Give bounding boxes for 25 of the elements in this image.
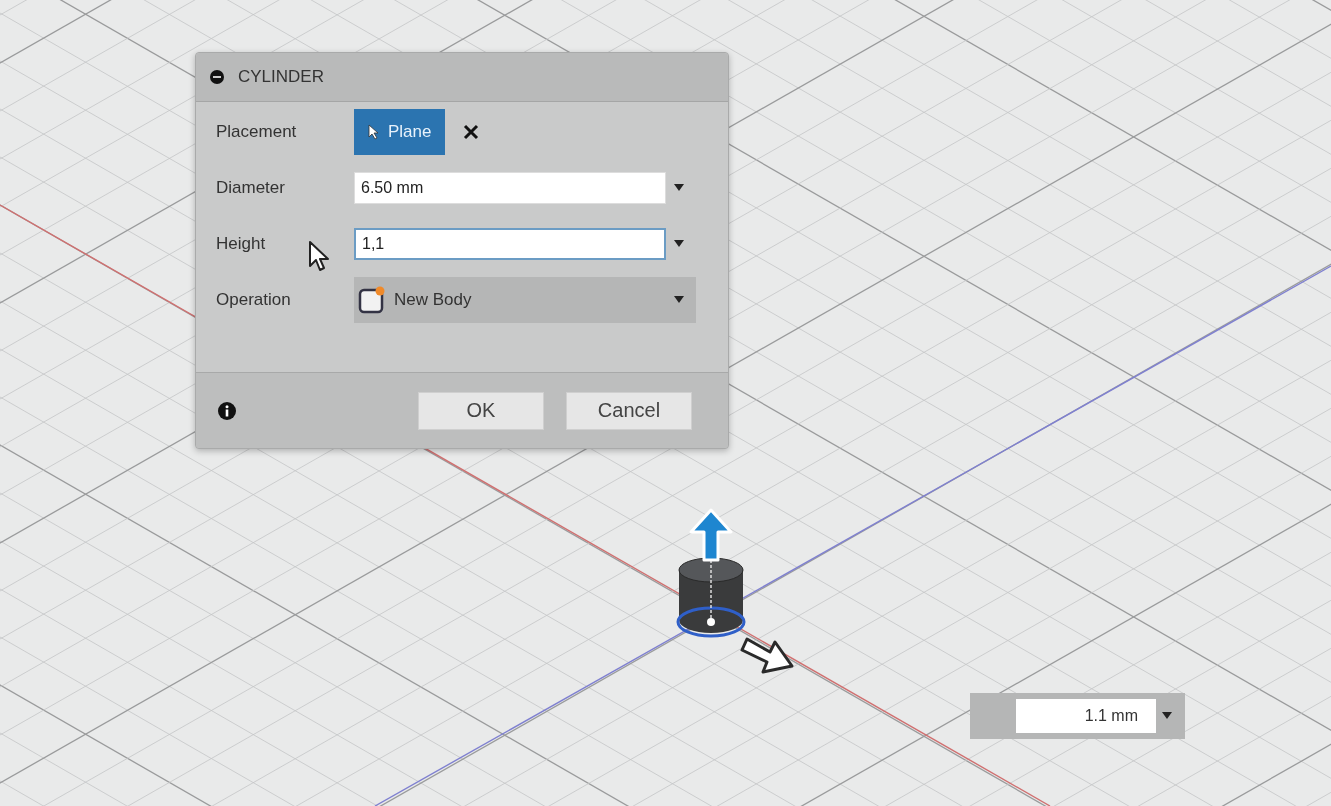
caret-icon [674,296,684,304]
collapse-icon[interactable] [210,70,224,84]
operation-dropdown[interactable]: New Body [354,277,696,323]
dialog-button[interactable]: Cancel [566,391,692,430]
dialog-button[interactable]: OK [418,391,544,430]
close-icon [463,124,480,140]
dialog-title: CYLINDER [238,67,324,87]
input-field[interactable]: 1.1 mm [1016,699,1156,733]
input-field[interactable]: 1,1 [354,228,666,260]
selection-button[interactable]: Plane [354,109,446,155]
clear-button[interactable] [463,124,480,140]
field-label: Height [216,234,267,254]
diagonal-arrow-icon [740,637,794,674]
mouse-cursor-icon [308,240,330,272]
caret-icon[interactable] [674,184,684,192]
field-label: Diameter [216,178,286,198]
pointer-icon [368,124,380,140]
field-label: Placement [216,122,298,142]
caret-icon[interactable] [674,240,684,248]
info-icon[interactable] [218,401,236,420]
input-field[interactable]: 6.50 mm [354,172,666,204]
body-icon [358,286,386,314]
caret-icon[interactable] [1162,712,1172,720]
up-arrow-icon [689,508,733,562]
field-label: Operation [216,290,292,310]
